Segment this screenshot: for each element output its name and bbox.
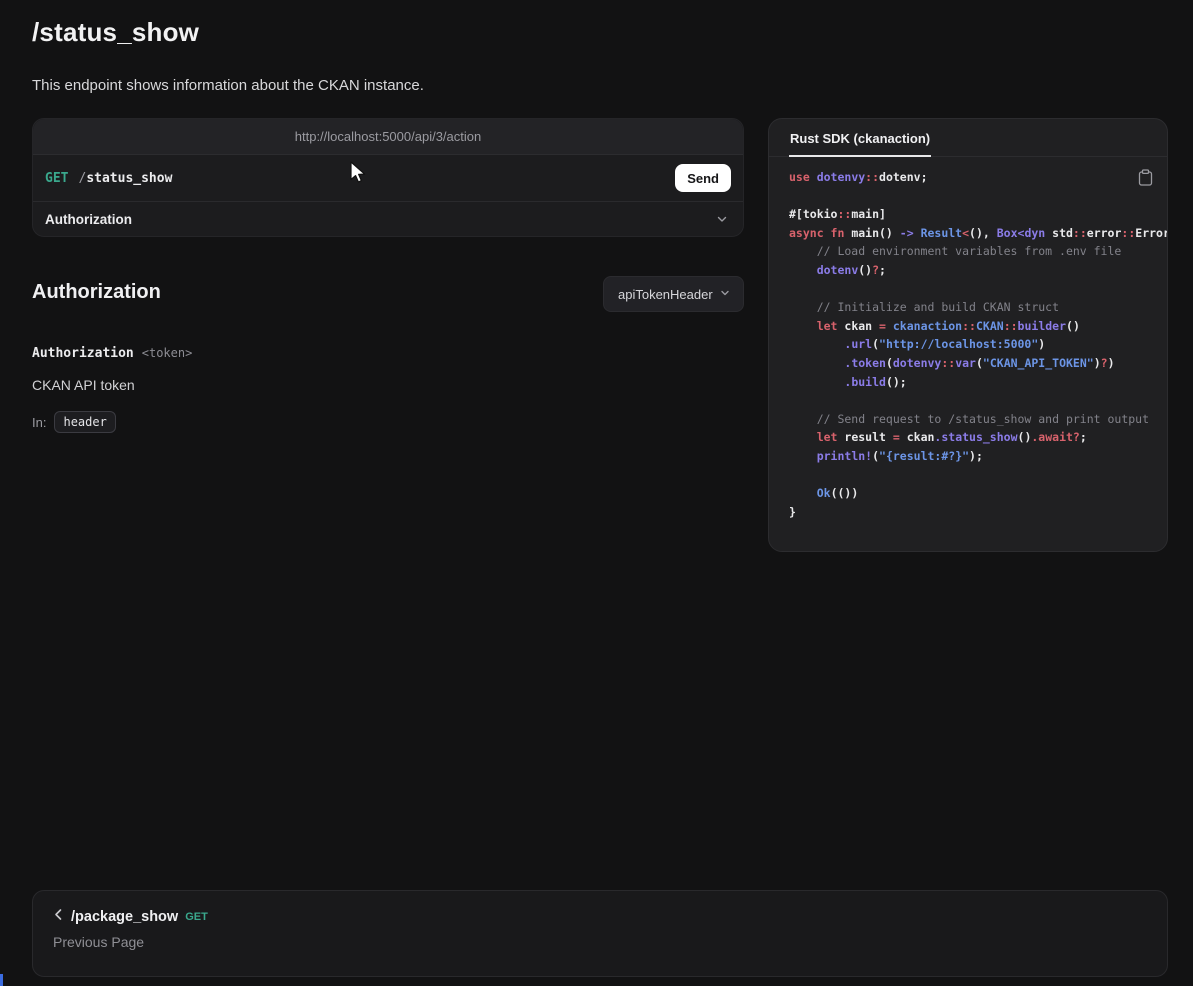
auth-param-type: <token>: [142, 346, 193, 360]
endpoint-path-name: status_show: [86, 171, 172, 186]
prev-page-card[interactable]: /package_show GET Previous Page: [32, 890, 1168, 977]
sdk-tab-bar: Rust SDK (ckanaction): [769, 119, 1167, 157]
chevron-down-icon: [715, 212, 729, 226]
auth-accordion-row[interactable]: Authorization: [33, 201, 743, 236]
chevron-down-icon: [719, 287, 731, 302]
auth-in-label: In:: [32, 415, 46, 430]
prev-page-subtitle: Previous Page: [53, 934, 1147, 950]
base-url-text: http://localhost:5000/api/3/action: [295, 129, 481, 144]
auth-param-description: CKAN API token: [32, 377, 135, 393]
prev-page-row: /package_show GET: [53, 908, 1147, 926]
clipboard-icon: [1138, 169, 1153, 189]
code-block: use dotenvy::dotenv; #[tokio::main]async…: [789, 170, 1167, 523]
prev-page-title: /package_show: [71, 909, 178, 925]
auth-in-badge: header: [54, 411, 115, 433]
copy-button[interactable]: [1136, 167, 1155, 191]
code-area: use dotenvy::dotenv; #[tokio::main]async…: [769, 157, 1167, 552]
authorization-heading: Authorization: [32, 281, 161, 304]
mouse-cursor: [350, 161, 366, 190]
corner-indicator: [0, 974, 3, 986]
auth-parameter: Authorization <token>: [32, 346, 192, 361]
auth-in-row: In: header: [32, 411, 116, 433]
endpoint-description: This endpoint shows information about th…: [32, 77, 424, 94]
auth-accordion-label: Authorization: [45, 212, 132, 227]
auth-scheme-value: apiTokenHeader: [618, 287, 713, 302]
request-row: GET /status_show Send: [33, 155, 743, 201]
chevron-left-icon: [53, 908, 64, 926]
http-method-badge: GET: [45, 171, 68, 186]
base-url-bar: http://localhost:5000/api/3/action: [33, 119, 743, 155]
prev-page-method-badge: GET: [185, 911, 208, 923]
tab-rust-sdk[interactable]: Rust SDK (ckanaction): [789, 131, 931, 157]
endpoint-path: /status_show: [78, 171, 172, 186]
page-title: /status_show: [32, 17, 199, 48]
auth-param-name: Authorization: [32, 346, 134, 361]
send-button[interactable]: Send: [675, 164, 731, 192]
sdk-code-panel: Rust SDK (ckanaction) use dotenvy::doten…: [768, 118, 1168, 552]
auth-scheme-dropdown[interactable]: apiTokenHeader: [603, 276, 744, 312]
request-card: http://localhost:5000/api/3/action GET /…: [32, 118, 744, 237]
